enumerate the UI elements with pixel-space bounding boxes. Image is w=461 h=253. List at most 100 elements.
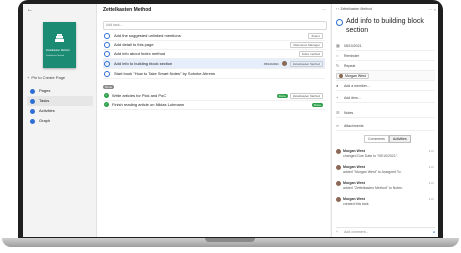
activity-item: Morgan West 1 hr changed Due Date to "05… [336,149,436,158]
close-icon[interactable]: × [434,7,436,12]
task-checkbox[interactable] [104,50,110,57]
avatar [336,197,341,202]
task-checkbox[interactable] [336,19,343,26]
activities-icon [30,108,35,114]
task-row-selected[interactable]: Add info to building block section 05/10… [103,59,325,69]
task-label: Add detail to this page [114,42,154,47]
sidebar-item-label: Graph [39,118,51,123]
sidebar-item-tasks[interactable]: Tasks [27,96,93,106]
task-list-panel: Zettelkasten Method ⋯ Add task... Add th… [97,4,330,237]
cover-title: Zettelkasten Method [46,49,70,52]
task-checkbox[interactable] [104,70,110,77]
add-item-row[interactable]: + Add item... [336,93,435,103]
sidebar-item-label: Pages [39,88,51,93]
avatar [339,73,343,78]
attachment-icon[interactable]: + [336,230,344,234]
task-title[interactable]: Add info to building block section [346,17,434,35]
page-title: Zettelkasten Method [103,7,152,13]
checkmark-icon[interactable]: ✓ [104,93,109,98]
task-tag[interactable]: Index method [298,50,323,57]
checkmark-icon[interactable]: ✓ [104,102,109,107]
attachments-row[interactable]: ∞ Attachments [336,121,435,131]
breadcrumb: ‹ › Zettelkasten Method [336,7,372,11]
breadcrumb-label: Zettelkasten Method [340,7,373,11]
notes-label: Notes [344,110,354,115]
notes-icon: ☰ [336,110,340,115]
status-badge: Done [311,102,323,107]
avatar [336,165,341,170]
graph-icon [30,118,35,124]
microphone-icon[interactable]: ● [433,230,435,234]
task-row[interactable]: Add info about Index method Index method [103,49,325,59]
activity-author: Morgan West [343,197,365,201]
add-task-input[interactable]: Add task... [103,21,327,30]
task-tag[interactable]: Reference Manager [290,41,323,48]
assignee-chip[interactable]: Morgan West [336,72,369,79]
task-label: Start book "How to Take Smart Notes" by … [114,71,216,76]
laptop-notch [205,238,255,242]
reminder-label: Reminder [344,53,360,58]
assignee-row[interactable]: Morgan West [336,71,435,81]
due-date-value: 05/10/2021 [344,43,362,48]
bell-icon: ○ [336,53,339,58]
attachments-label: Attachments [344,123,364,128]
cover-subtitle: Zettelkasten Method [46,55,65,57]
activity-author: Morgan West [343,181,365,185]
completed-section-badge[interactable]: Done [103,85,115,89]
completed-task-row[interactable]: ✓ Finish reading article on Niklas Luhma… [103,100,325,110]
tab-comments[interactable]: Comments [364,135,389,143]
add-member-row[interactable]: ● Add a member... [336,81,435,91]
task-checkbox[interactable] [104,60,110,67]
left-sidebar: ← Zettelkasten Method Zettelkasten Metho… [23,4,97,237]
plus-icon: + [27,75,30,80]
task-due-date: 05/10/2021 [263,61,279,66]
person-icon: ● [336,83,339,88]
avatar [336,149,341,154]
more-icon[interactable]: ⋯ [429,7,433,12]
detail-actions: ⋯ × [429,7,436,12]
detail-tabs: Comments Activities [364,135,411,143]
activity-message: created this task. [343,202,370,206]
task-tag[interactable]: Zettelkasten Method [289,92,323,99]
task-checkbox[interactable] [104,41,110,48]
status-badge: Done [276,93,288,98]
activity-item: Morgan West 1 hr added "Morgan West" to … [336,165,436,174]
task-tag[interactable]: Zotero [308,32,323,39]
create-page-label: Pin to Create Page [31,75,66,80]
app-window: ← Zettelkasten Method Zettelkasten Metho… [23,4,438,237]
sidebar-nav: Pages Tasks Activities Graph [27,86,93,126]
plus-icon: + [336,95,339,100]
repeat-row[interactable]: ↻ Repeat [336,61,435,71]
task-checkbox[interactable] [104,32,110,39]
tab-activities[interactable]: Activities [388,135,411,143]
sidebar-item-activities[interactable]: Activities [27,106,93,116]
task-label: Add info to building block section [114,61,173,66]
activity-item: Morgan West 1 hr added "Zettelkasten Met… [336,181,436,190]
activity-author: Morgan West [343,165,365,169]
comment-input[interactable]: + Add comment... ● [336,227,435,235]
due-date-row[interactable]: ▦ 05/10/2021 [336,41,435,51]
more-icon[interactable]: ⋯ [322,7,326,12]
add-item-label: Add item... [344,95,361,100]
task-label: Write articles for Pick and PoC [112,93,167,98]
task-tag[interactable]: Zettelkasten Method [289,60,323,67]
notes-row[interactable]: ☰ Notes [336,108,435,118]
activity-time: 1 hr [428,181,434,185]
activity-message: added "Zettelkasten Method" to Notes. [343,186,403,190]
back-button[interactable]: ← [27,7,33,13]
notebook-cover[interactable]: Zettelkasten Method Zettelkasten Method [43,22,76,68]
sidebar-item-pages[interactable]: Pages [27,86,93,96]
create-page-button[interactable]: + Pin to Create Page [27,75,65,80]
sidebar-item-graph[interactable]: Graph [27,116,93,126]
activity-item: Morgan West 1 hr created this task. [336,197,436,206]
reminder-row[interactable]: ○ Reminder [336,51,435,61]
avatar [281,61,287,66]
chevron-left-icon[interactable]: ‹ [336,7,337,11]
activity-message: added "Morgan West" to Assigned To. [343,170,402,174]
task-label: Add info about Index method [114,51,166,56]
activity-message: changed Due Date to "05/10/2021". [343,154,399,158]
activity-time: 1 hr [428,165,434,169]
panel-actions: ⋯ [322,7,326,12]
add-member-label: Add a member... [344,83,370,88]
task-row[interactable]: Start book "How to Take Smart Notes" by … [103,69,325,79]
